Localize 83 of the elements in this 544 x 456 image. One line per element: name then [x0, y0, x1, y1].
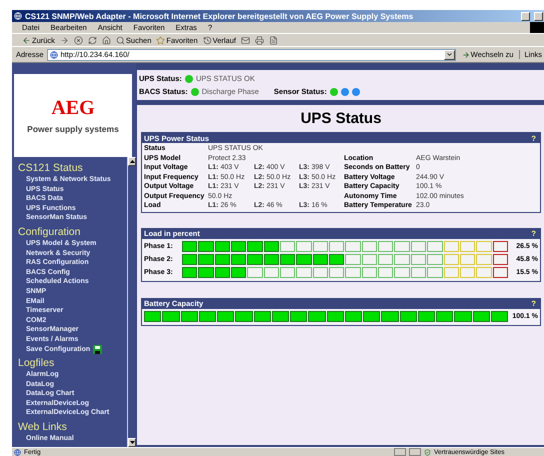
search-icon: [116, 36, 125, 44]
arrow-right-icon: [462, 50, 470, 58]
arrow-left-icon: [22, 36, 31, 44]
dropdown-button[interactable]: [444, 50, 455, 60]
mail-icon: [240, 36, 250, 44]
stop-icon: [74, 36, 83, 44]
down-arrow-icon: [130, 441, 134, 444]
meter-segment: [214, 254, 230, 264]
meter-segment: [418, 311, 435, 322]
section-heading: CS121 Status: [18, 162, 84, 175]
meter-segment: [290, 311, 308, 322]
meter-segment: [198, 254, 214, 264]
star-icon: [156, 36, 166, 44]
meter-segment: [182, 240, 198, 252]
meter-segment: [490, 311, 508, 322]
meter-segment: [180, 311, 198, 322]
globe-icon: [14, 448, 21, 456]
status-cell: [394, 448, 406, 456]
meter-segment: [254, 311, 271, 322]
meter-segment: [454, 311, 472, 322]
page-title: UPS Status: [300, 109, 382, 129]
meter-segment: [308, 311, 326, 322]
document-icon: [268, 36, 278, 44]
section-heading: Configuration: [18, 226, 82, 239]
arrow-right-icon: [60, 36, 69, 44]
meter-segment: [472, 311, 490, 322]
meter-segment: [182, 266, 198, 278]
globe-icon: [50, 50, 58, 58]
status-cell: [409, 448, 421, 456]
meter-segment: [264, 254, 280, 264]
window-title: CS121 SNMP/Web Adapter - Microsoft Internet Explorer bereitgestellt von AEG Power Supply Systems: [25, 12, 414, 20]
meter-segment: [198, 240, 214, 252]
meter-segment: [231, 240, 246, 252]
meter-segment: [198, 311, 216, 322]
meter-segment: [247, 240, 263, 252]
up-arrow-icon: [130, 160, 134, 163]
section-heading: Logfiles: [18, 357, 56, 370]
caret-icon: [446, 51, 453, 58]
meter-segment: [217, 311, 234, 322]
windows-logo-icon: [530, 22, 544, 33]
meter-segment: [182, 254, 198, 264]
meter-segment: [162, 311, 180, 322]
meter-segment: [247, 254, 263, 264]
scroll-up-button[interactable]: [128, 157, 136, 166]
toolbar-icon-button[interactable]: [254, 36, 264, 44]
meter-segment: [235, 311, 252, 322]
meter-segment: [326, 311, 344, 322]
meter-segment: [344, 311, 362, 322]
brand-name: AEG: [51, 97, 95, 120]
meter-segment: [272, 311, 289, 322]
meter-segment: [214, 266, 230, 278]
shield-icon: [424, 448, 431, 456]
toolbar-icon-button[interactable]: [88, 36, 97, 44]
scroll-down-button[interactable]: [128, 438, 136, 447]
maximize-button[interactable]: [534, 12, 543, 20]
save-icon: [93, 344, 102, 354]
meter-segment: [436, 311, 454, 322]
meter-segment: [214, 240, 230, 252]
meter-segment: [296, 254, 312, 264]
home-icon: [102, 36, 111, 44]
toolbar-icon-button[interactable]: [240, 36, 250, 44]
meter-segment: [231, 266, 246, 278]
toolbar-icon-button[interactable]: [102, 36, 111, 44]
brand-tagline: Power supply systems: [27, 124, 119, 134]
printer-icon: [254, 36, 264, 44]
globe-icon: [14, 12, 22, 20]
meter-segment: [144, 311, 162, 322]
toolbar-icon-button[interactable]: [268, 36, 278, 44]
meter-segment: [198, 266, 214, 278]
meter-segment: [312, 254, 328, 264]
refresh-icon: [88, 36, 97, 44]
meter-segment: [381, 311, 398, 322]
meter-segment: [329, 254, 344, 264]
meter-segment: [400, 311, 417, 322]
toolbar-icon-button[interactable]: [74, 36, 83, 44]
minimize-button[interactable]: [521, 12, 530, 20]
meter-segment: [280, 254, 296, 264]
meter-segment: [264, 240, 280, 252]
section-heading: Web Links: [18, 421, 68, 434]
meter-segment: [363, 311, 380, 322]
meter-segment: [231, 254, 246, 264]
toolbar-icon-button[interactable]: [60, 36, 69, 44]
history-icon: [202, 36, 212, 44]
